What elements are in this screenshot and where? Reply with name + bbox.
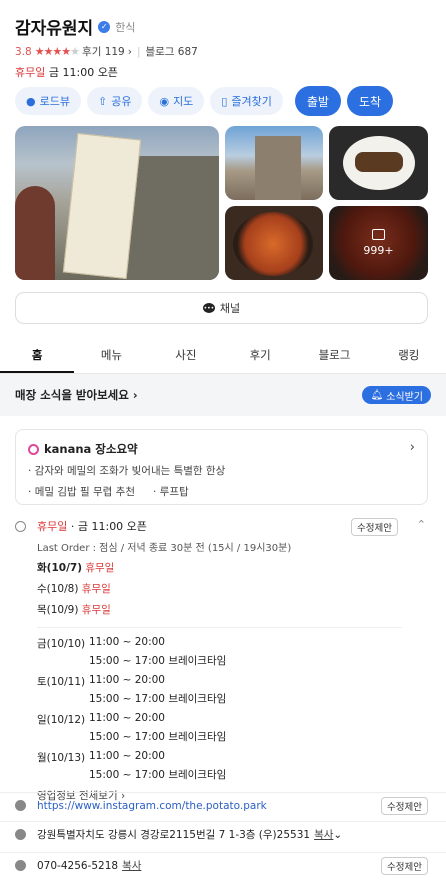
divider (37, 627, 402, 628)
place-header: 감자유원지 ✓ 한식 3.8 ★★★★★ 후기 119 › | 블로그 687 휴… (15, 14, 436, 80)
channel-button[interactable]: ••• 채널 (15, 292, 428, 324)
kanana-logo-icon (28, 443, 39, 455)
photo-main[interactable] (15, 126, 219, 280)
summary-title: kanana 장소요약 (44, 442, 138, 456)
chevron-up-icon[interactable]: ⌃ (417, 518, 426, 531)
depart-button[interactable]: 출발 (294, 86, 341, 116)
chevron-right-icon: › (127, 45, 132, 58)
tab-bar: 홈 메뉴 사진 후기 블로그 랭킹 (0, 338, 446, 374)
tab-menu[interactable]: 메뉴 (74, 338, 148, 373)
edit-suggest-button[interactable]: 수정제안 (351, 518, 398, 536)
photo-grid: 999+ (15, 126, 428, 280)
edit-suggest-button[interactable]: 수정제안 (381, 857, 428, 875)
copy-phone-button[interactable]: 복사 (122, 858, 141, 873)
tab-home[interactable]: 홈 (0, 338, 75, 373)
clock-icon (15, 521, 26, 532)
place-name: 감자유원지 (15, 19, 94, 39)
photo-more[interactable]: 999+ (329, 206, 428, 280)
photo-building[interactable] (225, 126, 323, 200)
rating-stars-icon: ★★★★★ (34, 45, 80, 58)
website-row: https://www.instagram.com/the.potato.par… (0, 792, 446, 818)
location-pin-icon (15, 829, 26, 840)
map-button[interactable]: ◉ 지도 (148, 87, 205, 115)
open-status: 휴무일 금 11:00 오픈 (15, 64, 436, 80)
map-pin-icon: ◉ (159, 94, 170, 108)
share-icon: ⇧ (97, 94, 108, 108)
summary-line: · 감자와 메밀의 조화가 빚어내는 특별한 한상 (28, 465, 226, 477)
tab-blog[interactable]: 블로그 (297, 338, 371, 373)
website-link[interactable]: https://www.instagram.com/the.potato.par… (37, 800, 267, 812)
closed-day: 수(10/8) 휴무일 (37, 583, 111, 595)
bell-icon: 🔔︎ (370, 389, 384, 401)
address-row: 강원특별자치도 강릉시 경강로2115번길 7 1-3층 (우)25531 복사… (0, 821, 446, 847)
tab-ranking[interactable]: 랭킹 (372, 338, 446, 373)
arrive-button[interactable]: 도착 (346, 86, 394, 116)
roadview-button[interactable]: ● 로드뷰 (15, 87, 81, 115)
rating-row: 3.8 ★★★★★ 후기 119 › | 블로그 687 (15, 44, 436, 59)
schedule-row: 금(10/10) 11:00 ~ 20:00 15:00 ~ 17:00 브레이크… (37, 636, 227, 667)
phone-icon (15, 860, 26, 871)
subscribe-button[interactable]: 🔔︎ 소식받기 (362, 386, 431, 404)
review-count-link[interactable]: 후기 119 (82, 44, 125, 59)
chevron-right-icon: › (409, 440, 415, 455)
closed-day: 목(10/9) 휴무일 (37, 604, 111, 616)
schedule-row: 토(10/11) 11:00 ~ 20:00 15:00 ~ 17:00 브레이크… (37, 674, 227, 705)
photo-count: 999+ (363, 244, 394, 257)
edit-suggest-button[interactable]: 수정제안 (381, 797, 428, 815)
copy-address-button[interactable]: 복사 (314, 827, 333, 842)
subscribe-text: 매장 소식을 받아보세요 (15, 388, 129, 402)
hours-open: · 금 11:00 오픈 (70, 520, 147, 533)
photo-stew[interactable] (225, 206, 323, 280)
place-category: 한식 (115, 20, 136, 34)
open-time: 금 11:00 오픈 (48, 66, 118, 79)
hours-status: 휴무일 (37, 520, 68, 533)
verified-icon: ✓ (98, 20, 111, 33)
business-hours: 수정제안 ⌃ 휴무일 · 금 11:00 오픈 Last Order : 점심 … (15, 518, 428, 803)
tab-photos[interactable]: 사진 (149, 338, 223, 373)
photo-kimbap[interactable] (329, 126, 428, 200)
share-button[interactable]: ⇧ 공유 (86, 87, 143, 115)
chevron-down-icon[interactable]: ⌄ (333, 829, 342, 841)
gallery-icon (372, 229, 385, 240)
schedule-row: 월(10/13) 11:00 ~ 20:00 15:00 ~ 17:00 브레이크… (37, 750, 227, 781)
last-order: Last Order : 점심 / 저녁 종료 30분 전 (15시 / 19시… (37, 543, 292, 554)
bookmark-icon: ▯ (221, 94, 228, 108)
status-closed: 휴무일 (15, 66, 46, 79)
rating-value: 3.8 (15, 45, 32, 58)
subscribe-bar[interactable]: 매장 소식을 받아보세요 › 🔔︎ 소식받기 (0, 374, 446, 416)
blog-count-link[interactable]: 블로그 687 (145, 44, 197, 59)
divider: | (136, 45, 141, 58)
favorite-button[interactable]: ▯ 즐겨찾기 (210, 87, 283, 115)
closed-day: 화(10/7) 휴무일 (37, 562, 115, 574)
phone-number[interactable]: 070-4256-5218 (37, 860, 118, 872)
tab-reviews[interactable]: 후기 (223, 338, 297, 373)
chat-icon: ••• (202, 303, 215, 313)
address-text: 강원특별자치도 강릉시 경강로2115번길 7 1-3층 (우)25531 (37, 829, 311, 841)
place-summary-card[interactable]: kanana 장소요약 › · 감자와 메밀의 조화가 빚어내는 특별한 한상 … (15, 429, 428, 505)
roadview-icon: ● (26, 94, 36, 108)
schedule-row: 일(10/12) 11:00 ~ 20:00 15:00 ~ 17:00 브레이크… (37, 712, 227, 743)
phone-row: 070-4256-5218 복사 수정제안 (0, 852, 446, 878)
chevron-right-icon: › (132, 388, 138, 402)
globe-icon (15, 800, 26, 811)
action-bar: ● 로드뷰 ⇧ 공유 ◉ 지도 ▯ 즐겨찾기 출발 도착 (15, 86, 394, 116)
summary-line: · 메밀 김밥 필 무렵 추천 · 루프탑 (28, 486, 189, 498)
